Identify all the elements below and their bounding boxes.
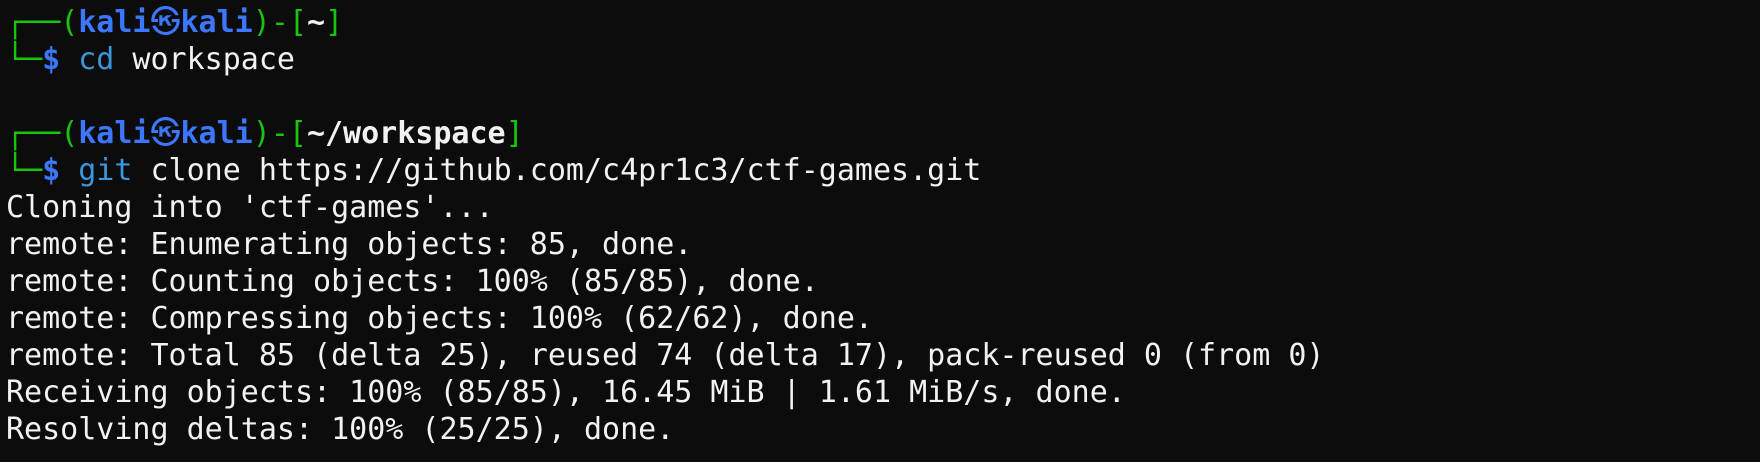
prompt-close-bracket: ] <box>325 5 344 40</box>
prompt-header-line: ┌──(kali㉿kali)-[~] <box>6 4 1760 41</box>
output-line: remote: Compressing objects: 100% (62/62… <box>6 301 873 336</box>
prompt-path: ~ <box>306 5 325 40</box>
output-line: Receiving objects: 100% (85/85), 16.45 M… <box>6 375 1126 410</box>
kali-at-icon: ㉿ <box>150 5 181 40</box>
command-args: workspace <box>114 42 295 77</box>
prompt-close-paren: ) <box>252 5 271 40</box>
prompt-command-line: └─$ cd workspace <box>6 41 1760 78</box>
output-line: remote: Counting objects: 100% (85/85), … <box>6 264 819 299</box>
prompt-corner-bottom: └─ <box>6 153 43 188</box>
prompt-corner-top: ┌── <box>6 5 61 40</box>
prompt-user: kali <box>78 116 151 151</box>
prompt-open-paren: ( <box>60 5 79 40</box>
terminal-window[interactable]: ┌──(kali㉿kali)-[~] └─$ cd workspace ┌──(… <box>0 0 1760 462</box>
prompt-close-bracket: ] <box>505 116 524 151</box>
command-name: cd <box>78 42 115 77</box>
command-name: git <box>78 153 133 188</box>
prompt-corner-bottom: └─ <box>6 42 43 77</box>
output-line: Cloning into 'ctf-games'... <box>6 190 494 225</box>
prompt-dash: - <box>270 116 289 151</box>
output-line: Resolving deltas: 100% (25/25), done. <box>6 412 675 447</box>
command-args: clone https://github.com/c4pr1c3/ctf-gam… <box>132 153 982 188</box>
prompt-open-bracket: [ <box>288 5 307 40</box>
prompt-open-paren: ( <box>60 116 79 151</box>
prompt-corner-top: ┌── <box>6 116 61 151</box>
prompt-user: kali <box>78 5 151 40</box>
kali-at-icon: ㉿ <box>150 116 181 151</box>
prompt-path: ~/workspace <box>306 116 506 151</box>
prompt-dollar: $ <box>42 42 61 77</box>
prompt-open-bracket: [ <box>288 116 307 151</box>
prompt-close-paren: ) <box>252 116 271 151</box>
prompt-header-line: ┌──(kali㉿kali)-[~/workspace] <box>6 115 1760 152</box>
prompt-command-line: └─$ git clone https://github.com/c4pr1c3… <box>6 152 1760 189</box>
output-line: remote: Enumerating objects: 85, done. <box>6 227 693 262</box>
prompt-host: kali <box>180 5 253 40</box>
prompt-host: kali <box>180 116 253 151</box>
prompt-dollar: $ <box>42 153 61 188</box>
prompt-dash: - <box>270 5 289 40</box>
output-line: remote: Total 85 (delta 25), reused 74 (… <box>6 338 1325 373</box>
